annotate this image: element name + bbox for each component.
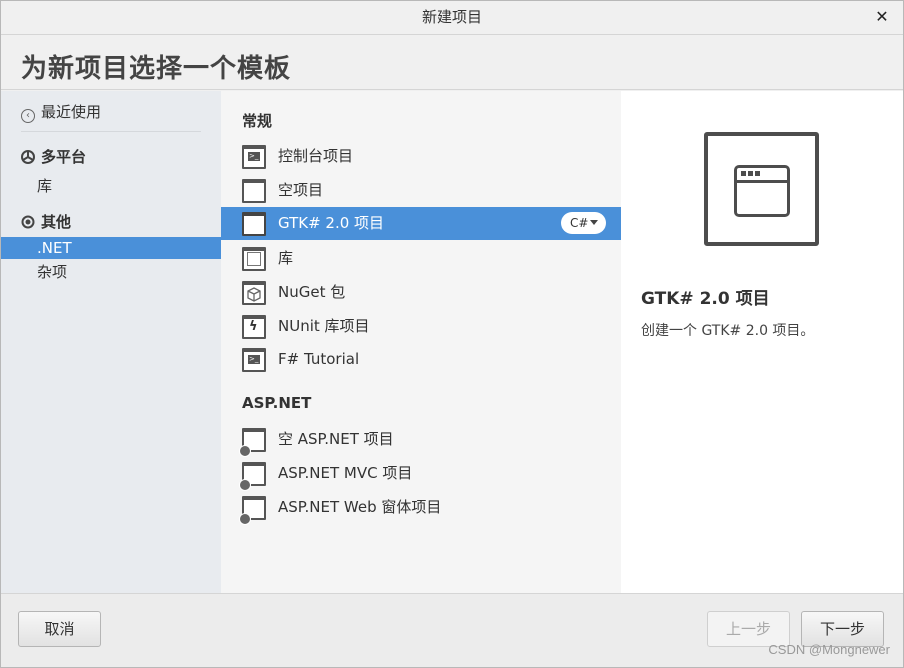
template-item-label: ASP.NET Web 窗体项目 bbox=[278, 498, 442, 516]
template-item-label: GTK# 2.0 项目 bbox=[278, 214, 385, 232]
title-bar: 新建项目 ✕ bbox=[1, 1, 903, 35]
template-preview: GTK# 2.0 项目 创建一个 GTK# 2.0 项目。 bbox=[621, 91, 903, 593]
web-project-icon bbox=[239, 428, 266, 457]
clock-back-icon: ‹ bbox=[21, 109, 35, 123]
page-title: 为新项目选择一个模板 bbox=[21, 54, 292, 84]
template-item-empty[interactable]: 空项目 bbox=[221, 174, 621, 207]
sidebar-item-library[interactable]: 库 bbox=[1, 175, 221, 197]
sidebar-item-label: 最近使用 bbox=[41, 103, 102, 121]
template-item-asp-empty[interactable]: 空 ASP.NET 项目 bbox=[221, 423, 621, 457]
template-list: 常规 >_ 控制台项目 空项目 GTK# 2.0 项目 C# 库 NuGet 包 bbox=[221, 91, 621, 593]
template-item-console[interactable]: >_ 控制台项目 bbox=[221, 140, 621, 173]
multiplatform-icon bbox=[21, 148, 35, 164]
web-project-icon bbox=[239, 496, 266, 525]
template-item-library[interactable]: 库 bbox=[221, 242, 621, 275]
empty-project-icon bbox=[242, 179, 266, 203]
dialog-header: 为新项目选择一个模板 bbox=[1, 36, 903, 90]
template-item-label: NUnit 库项目 bbox=[278, 317, 370, 335]
template-item-asp-mvc[interactable]: ASP.NET MVC 项目 bbox=[221, 457, 621, 491]
template-item-label: 控制台项目 bbox=[278, 147, 354, 165]
preview-title: GTK# 2.0 项目 bbox=[641, 289, 770, 309]
web-project-icon bbox=[239, 462, 266, 491]
template-group-title: 常规 bbox=[242, 112, 273, 130]
template-item-nuget[interactable]: NuGet 包 bbox=[221, 276, 621, 309]
nuget-package-icon bbox=[242, 281, 266, 305]
template-item-asp-webforms[interactable]: ASP.NET Web 窗体项目 bbox=[221, 491, 621, 525]
sidebar-item-misc[interactable]: 杂项 bbox=[1, 261, 221, 283]
cancel-button[interactable]: 取消 bbox=[18, 611, 101, 647]
sidebar-category-multiplatform: 多平台 bbox=[21, 146, 86, 168]
window-icon bbox=[242, 212, 266, 236]
console-icon: >_ bbox=[242, 145, 266, 169]
other-icon bbox=[21, 213, 35, 229]
sidebar-item-label: 库 bbox=[37, 177, 53, 195]
new-project-dialog: 新建项目 ✕ 为新项目选择一个模板 ‹ 最近使用 多平台 库 其他 .NET 杂项 bbox=[0, 0, 904, 668]
window-icon bbox=[704, 132, 819, 246]
language-dropdown[interactable]: C# bbox=[561, 212, 606, 234]
close-icon[interactable]: ✕ bbox=[873, 8, 891, 26]
nunit-icon: ϟ bbox=[242, 315, 266, 339]
console-icon: >_ bbox=[242, 348, 266, 372]
category-sidebar: ‹ 最近使用 多平台 库 其他 .NET 杂项 bbox=[1, 91, 221, 593]
template-item-fsharp-tutorial[interactable]: >_ F# Tutorial bbox=[221, 343, 621, 376]
template-item-label: 库 bbox=[278, 249, 294, 267]
watermark: CSDN @Mongnewer bbox=[768, 642, 890, 657]
sidebar-item-recent[interactable]: ‹ 最近使用 bbox=[21, 101, 101, 123]
window-title: 新建项目 bbox=[421, 8, 482, 26]
chevron-down-icon bbox=[590, 220, 598, 225]
template-item-label: 空项目 bbox=[278, 181, 324, 199]
template-item-label: F# Tutorial bbox=[278, 350, 360, 368]
sidebar-category-other: 其他 bbox=[21, 211, 71, 233]
sidebar-item-dotnet[interactable]: .NET bbox=[1, 237, 221, 259]
sidebar-item-label: .NET bbox=[37, 239, 72, 257]
template-group-title: ASP.NET bbox=[242, 394, 312, 412]
language-label: C# bbox=[570, 216, 589, 230]
library-icon bbox=[242, 247, 266, 271]
template-item-label: ASP.NET MVC 项目 bbox=[278, 464, 413, 482]
sidebar-divider bbox=[21, 131, 201, 132]
sidebar-category-label: 其他 bbox=[41, 213, 72, 231]
template-item-label: NuGet 包 bbox=[278, 283, 346, 301]
template-item-nunit[interactable]: ϟ NUnit 库项目 bbox=[221, 310, 621, 343]
sidebar-category-label: 多平台 bbox=[41, 148, 87, 166]
template-item-gtk[interactable]: GTK# 2.0 项目 C# bbox=[221, 207, 621, 240]
template-item-label: 空 ASP.NET 项目 bbox=[278, 430, 394, 448]
preview-description: 创建一个 GTK# 2.0 项目。 bbox=[641, 323, 815, 339]
sidebar-item-label: 杂项 bbox=[37, 263, 68, 281]
